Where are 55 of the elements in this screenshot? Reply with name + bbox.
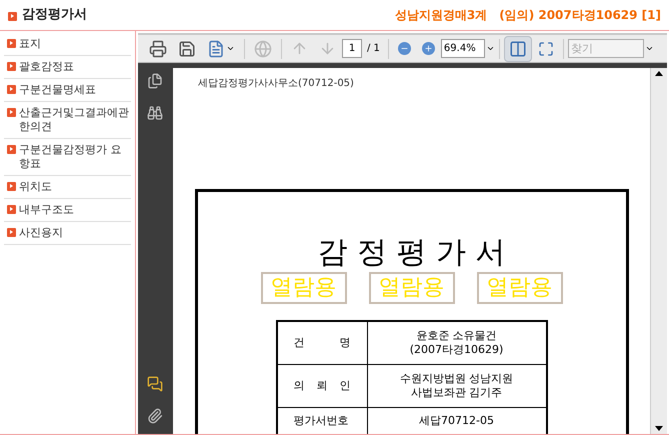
sidebar-item[interactable]: 위치도: [4, 176, 131, 199]
pages-icon[interactable]: [146, 73, 162, 89]
table-cell: 의 뢰 인: [278, 365, 368, 407]
table-cell-text: 수원지방법원 성남지원 사법보좌관 김기주: [398, 371, 514, 401]
fit-width-button[interactable]: [504, 36, 532, 62]
sidebar-item[interactable]: 사진용지: [4, 222, 131, 245]
table-cell-text: 윤호준 소유물건 (2007타경10629): [408, 328, 504, 358]
bullet-icon: [7, 205, 16, 214]
scroll-down-icon: [655, 426, 663, 431]
table-cell-text: 세답70712-05: [418, 413, 495, 429]
bullet-icon: [7, 39, 16, 48]
comments-icon[interactable]: [146, 376, 162, 392]
watermark-stamp: 열람용: [260, 272, 346, 304]
office-line: 세답감정평가사사무소(70712-05): [198, 77, 354, 91]
sidebar-item[interactable]: 구분건물명세표: [4, 79, 131, 102]
search-field[interactable]: 찾기: [568, 39, 644, 58]
bullet-icon: [7, 85, 16, 94]
binoculars-icon[interactable]: [146, 105, 162, 121]
bullet-icon: [7, 108, 16, 117]
zoom-in-icon: [422, 42, 435, 55]
table-cell: 건 명: [278, 322, 368, 364]
scrollbar[interactable]: [650, 68, 667, 434]
page-total: / 1: [366, 42, 381, 56]
globe-icon: [254, 40, 272, 58]
fit-page-icon: [538, 40, 554, 56]
sidebar-item[interactable]: 내부구조도: [4, 199, 131, 222]
paperclip-icon[interactable]: [146, 408, 162, 424]
case-info: 성남지원경매3계 (임의) 2007타경10629 [1]: [394, 7, 661, 24]
bullet-icon: [7, 228, 16, 237]
zoom-out-icon: [398, 42, 411, 55]
save-icon: [178, 40, 196, 58]
sidebar-item[interactable]: 구분건물감정평가 요항표: [4, 139, 131, 176]
bullet-icon: [7, 182, 16, 191]
document-icon: [207, 40, 225, 58]
bullet-icon: [7, 62, 16, 71]
zoom-field[interactable]: 69.4%: [440, 39, 485, 58]
print-icon: [149, 40, 167, 58]
table-cell: 평가서번호: [278, 408, 368, 434]
scroll-up-icon: [655, 71, 663, 76]
bullet-icon: [7, 145, 16, 154]
arrow-up-icon: [291, 40, 308, 57]
sidebar-item[interactable]: 표지: [4, 33, 131, 56]
caret-icon: [226, 44, 235, 53]
arrow-down-icon: [319, 40, 336, 57]
document-title: 감 정 평 가 서: [317, 236, 506, 270]
caret-icon[interactable]: [486, 44, 495, 53]
watermark-stamp: 열람용: [476, 272, 562, 304]
watermark-stamp: 열람용: [368, 272, 454, 304]
sidebar-item[interactable]: 산출근거및그결과에관한의견: [4, 102, 131, 139]
caret-icon[interactable]: [644, 44, 654, 53]
page-title: 감정평가서: [22, 6, 87, 24]
sidebar-item[interactable]: 괄호감정표: [4, 56, 131, 79]
fit-width-icon: [508, 40, 527, 58]
bullet-icon: [8, 12, 17, 20]
page-input[interactable]: 1: [342, 39, 362, 58]
